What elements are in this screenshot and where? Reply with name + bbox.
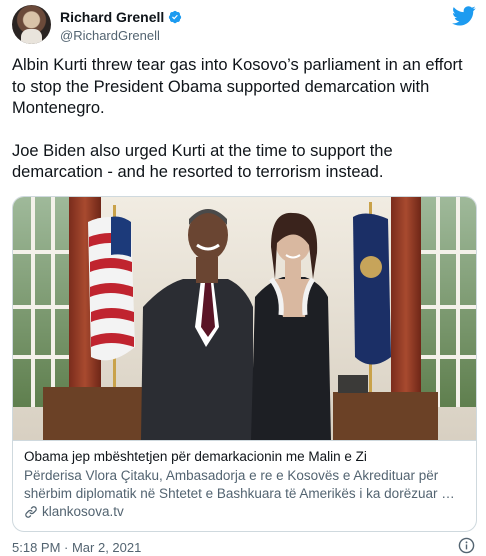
author-name-row[interactable]: Richard Grenell — [60, 9, 182, 25]
author-name[interactable]: Richard Grenell — [60, 9, 164, 25]
card-body[interactable]: Obama jep mbështetjen për demarkacionin … — [13, 440, 476, 519]
avatar-shirt — [21, 29, 42, 44]
card-description: Përderisa Vlora Çitaku, Ambasadorja e re… — [24, 468, 455, 501]
card-title[interactable]: Obama jep mbështetjen për demarkacionin … — [24, 449, 468, 464]
card-image[interactable] — [13, 197, 476, 440]
author-handle[interactable]: @RichardGrenell — [60, 28, 160, 43]
tweet-paragraph-2: Joe Biden also urged Kurti at the time t… — [12, 141, 393, 182]
avatar[interactable] — [12, 5, 51, 44]
info-icon[interactable] — [458, 537, 475, 554]
tweet-paragraph-1: Albin Kurti threw tear gas into Kosovo’s… — [12, 56, 463, 117]
tweet-text: Albin Kurti threw tear gas into Kosovo’s… — [12, 55, 474, 184]
twitter-bird-icon[interactable] — [452, 6, 476, 26]
tweet-header: Richard Grenell @RichardGrenell — [0, 0, 486, 50]
card-domain[interactable]: klankosova.tv — [24, 504, 124, 519]
link-preview-card[interactable]: Obama jep mbështetjen për demarkacionin … — [12, 196, 477, 532]
verified-badge-icon — [169, 10, 182, 24]
link-icon — [25, 505, 37, 518]
card-domain-text[interactable]: klankosova.tv — [42, 504, 124, 519]
tweet-timestamp[interactable]: 5:18 PM · Mar 2, 2021 — [12, 540, 141, 555]
